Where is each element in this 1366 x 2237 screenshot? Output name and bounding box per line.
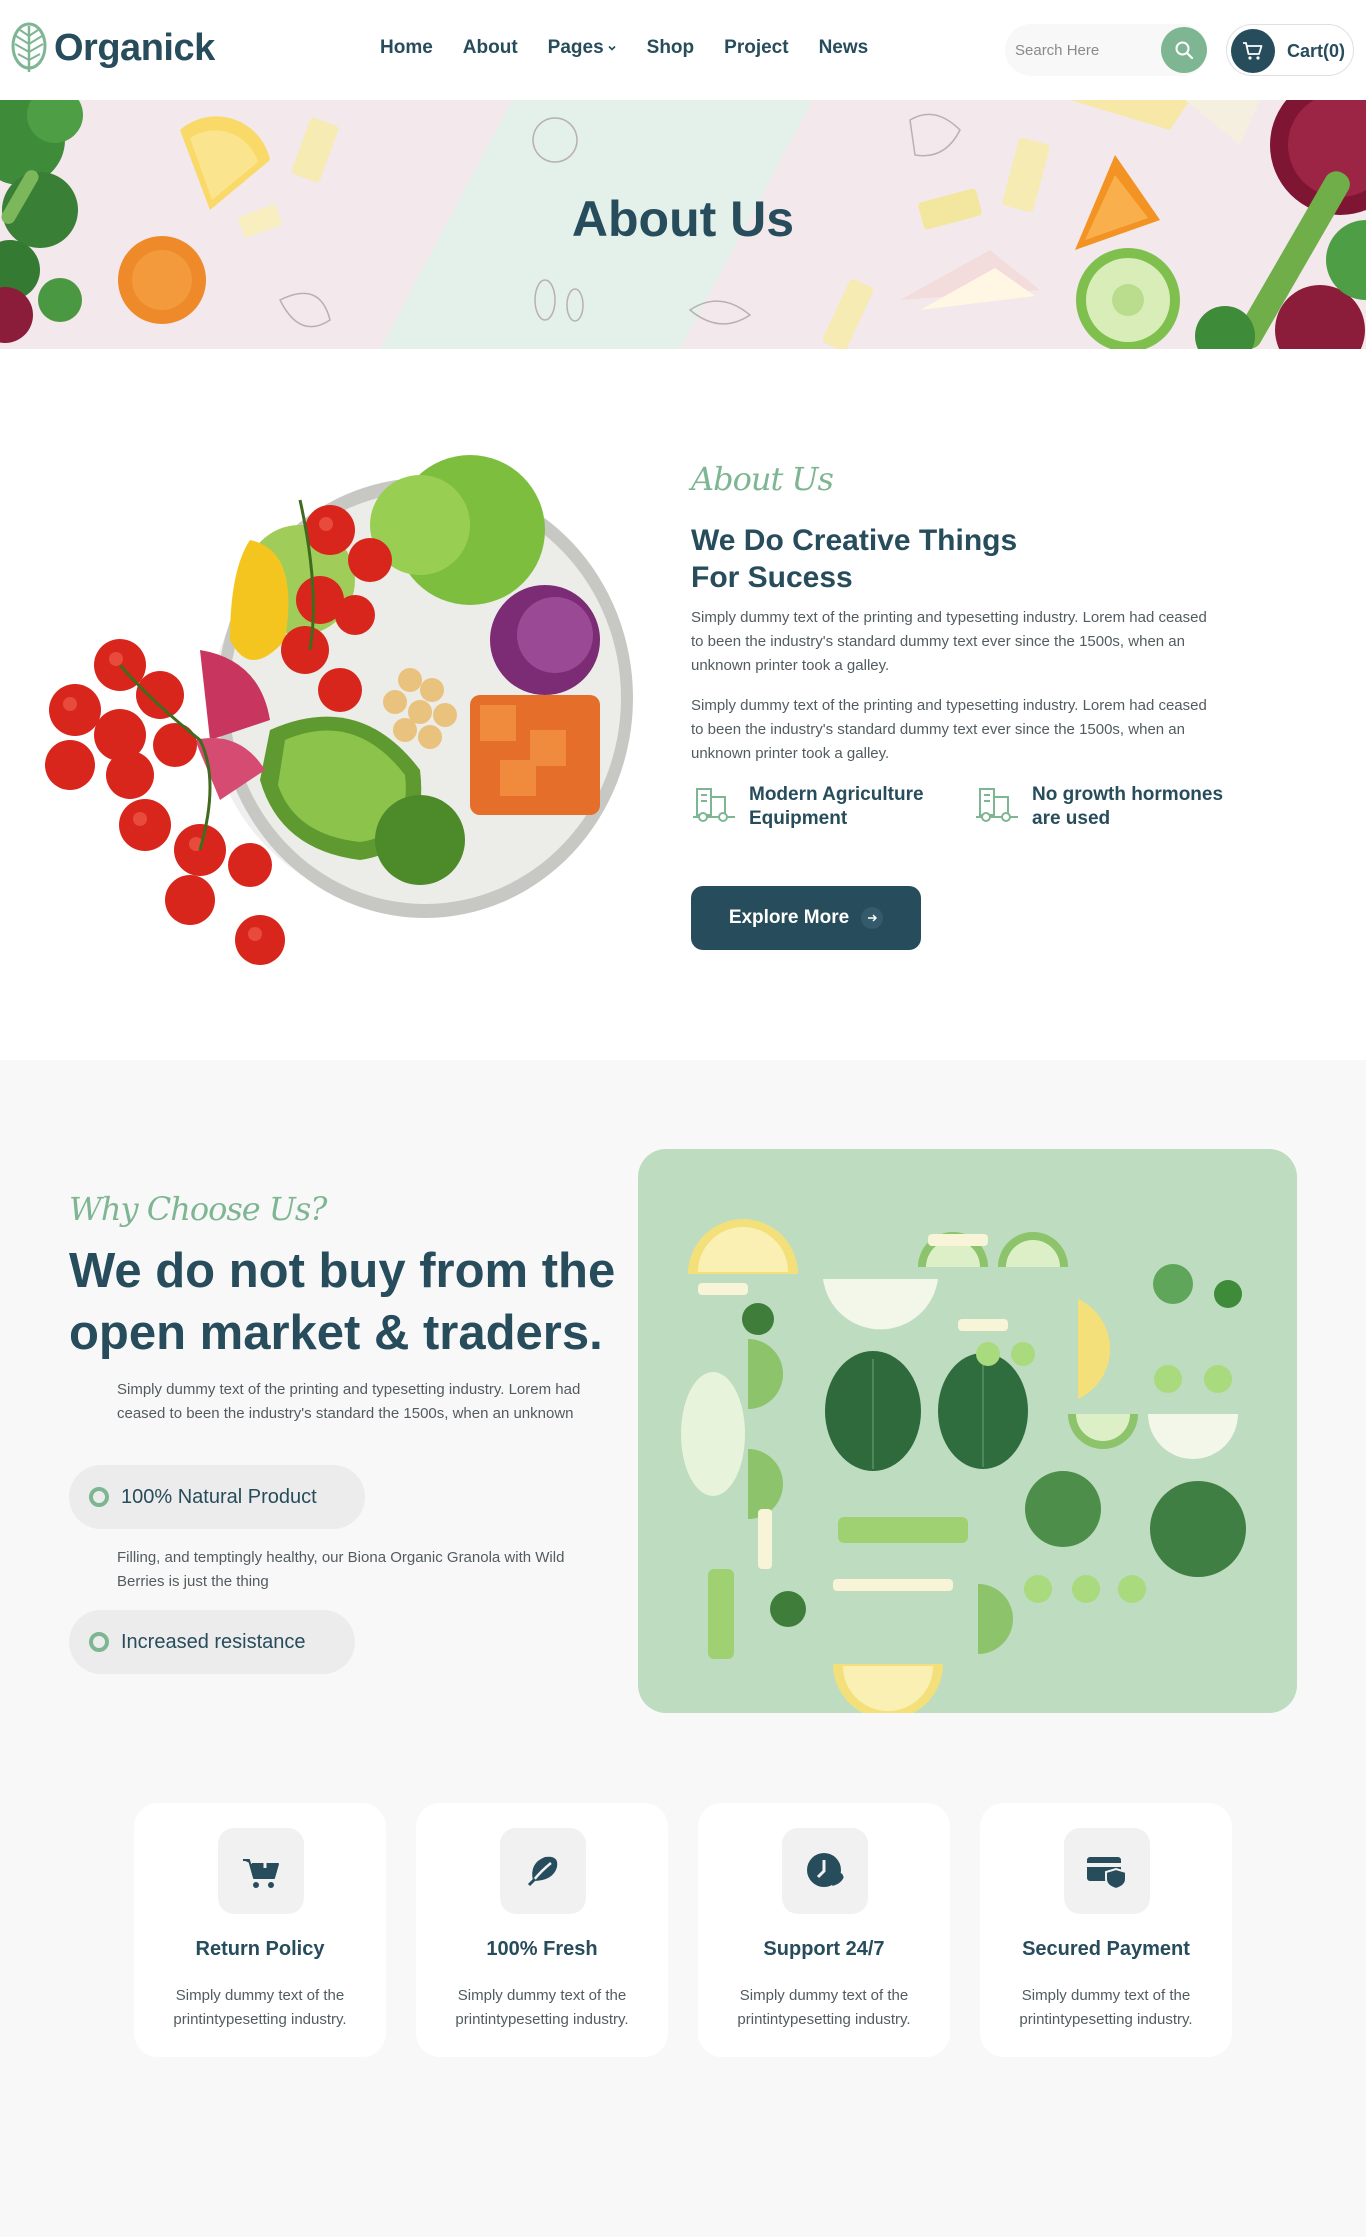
- leaf-logo-icon: [11, 22, 47, 72]
- factory-icon: [976, 788, 1018, 822]
- nav-pages[interactable]: Pages: [548, 37, 617, 59]
- salad-bowl-image: [45, 455, 633, 965]
- tractor-icon: [693, 788, 735, 822]
- circle-bullet-icon: [89, 1632, 109, 1652]
- card-text-secured-payment: Simply dummy text of the printintypesett…: [1019, 1987, 1193, 2028]
- why-paragraph-1: Simply dummy text of the printing and ty…: [117, 1381, 581, 1422]
- nav-news[interactable]: News: [819, 37, 869, 59]
- logo[interactable]: Organick: [10, 22, 215, 74]
- arrow-right-icon: [861, 907, 884, 929]
- hero-banner: About Us: [0, 100, 1366, 349]
- feature-agriculture: Modern Agriculture Equipment: [691, 783, 949, 831]
- page-title: About Us: [571, 191, 795, 247]
- card-title-return-policy: Return Policy: [195, 1938, 325, 1960]
- card-text-return-policy: Simply dummy text of the printintypesett…: [173, 1987, 347, 2028]
- nav-shop[interactable]: Shop: [647, 37, 695, 59]
- why-heading: We do not buy from the open market & tra…: [69, 1244, 616, 1360]
- about-paragraph-2: Simply dummy text of the printing and ty…: [691, 697, 1207, 762]
- card-return-policy: Return Policy Simply dummy text of the p…: [134, 1803, 386, 2057]
- search-icon: [1175, 41, 1194, 60]
- leaf-icon: [500, 1828, 586, 1914]
- search-input[interactable]: [1015, 36, 1155, 64]
- cart-icon: [1243, 42, 1263, 60]
- search-box: [1005, 24, 1207, 76]
- support-clock-icon: [782, 1828, 868, 1914]
- card-text-support: Simply dummy text of the printintypesett…: [737, 1987, 911, 2028]
- increased-resistance-pill: Increased resistance: [69, 1610, 355, 1674]
- secure-card-icon: [1064, 1828, 1150, 1914]
- card-title-support: Support 24/7: [763, 1938, 885, 1960]
- card-text-fresh: Simply dummy text of the printintypesett…: [455, 1987, 629, 2028]
- brand-name: Organick: [54, 26, 215, 69]
- cart-button[interactable]: Cart(0): [1226, 24, 1354, 76]
- card-title-secured-payment: Secured Payment: [1022, 1938, 1190, 1960]
- why-tagline: Why Choose Us?: [69, 1190, 327, 1228]
- explore-more-label: Explore More: [728, 907, 850, 928]
- cart-label: Cart(0): [1287, 41, 1346, 61]
- card-secured-payment: Secured Payment Simply dummy text of the…: [980, 1803, 1232, 2057]
- natural-product-label: 100% Natural Product: [121, 1485, 317, 1508]
- why-paragraph-2: Filling, and temptingly healthy, our Bio…: [117, 1549, 565, 1590]
- feature-agriculture-label: Modern Agriculture Equipment: [749, 784, 924, 829]
- natural-product-pill: 100% Natural Product: [69, 1465, 365, 1529]
- chevron-down-icon: [608, 45, 616, 51]
- about-paragraph-1: Simply dummy text of the printing and ty…: [691, 609, 1207, 674]
- explore-more-button[interactable]: Explore More: [691, 886, 921, 950]
- nav-project[interactable]: Project: [724, 37, 788, 59]
- card-support: Support 24/7 Simply dummy text of the pr…: [698, 1803, 950, 2057]
- nav-home[interactable]: Home: [380, 37, 433, 59]
- about-tagline: About Us: [691, 460, 834, 498]
- feature-hormones: No growth hormones are used: [974, 783, 1232, 831]
- search-button[interactable]: [1161, 27, 1207, 73]
- vegetables-flatlay-image: [638, 1149, 1297, 1713]
- increased-resistance-label: Increased resistance: [121, 1630, 306, 1653]
- circle-bullet-icon: [89, 1487, 109, 1507]
- main-menu: Home About Pages Shop Project News: [380, 37, 868, 59]
- cart-return-icon: [218, 1828, 304, 1914]
- nav-about[interactable]: About: [463, 37, 518, 59]
- about-heading: We Do Creative Things For Sucess: [691, 524, 1018, 594]
- site-header: Organick Home About Pages Shop Project N…: [0, 0, 1366, 100]
- nav-pages-label: Pages: [547, 37, 604, 58]
- card-title-fresh: 100% Fresh: [486, 1938, 598, 1960]
- feature-hormones-label: No growth hormones are used: [1032, 784, 1224, 829]
- card-fresh: 100% Fresh Simply dummy text of the prin…: [416, 1803, 668, 2057]
- cart-icon-wrap: [1231, 29, 1275, 73]
